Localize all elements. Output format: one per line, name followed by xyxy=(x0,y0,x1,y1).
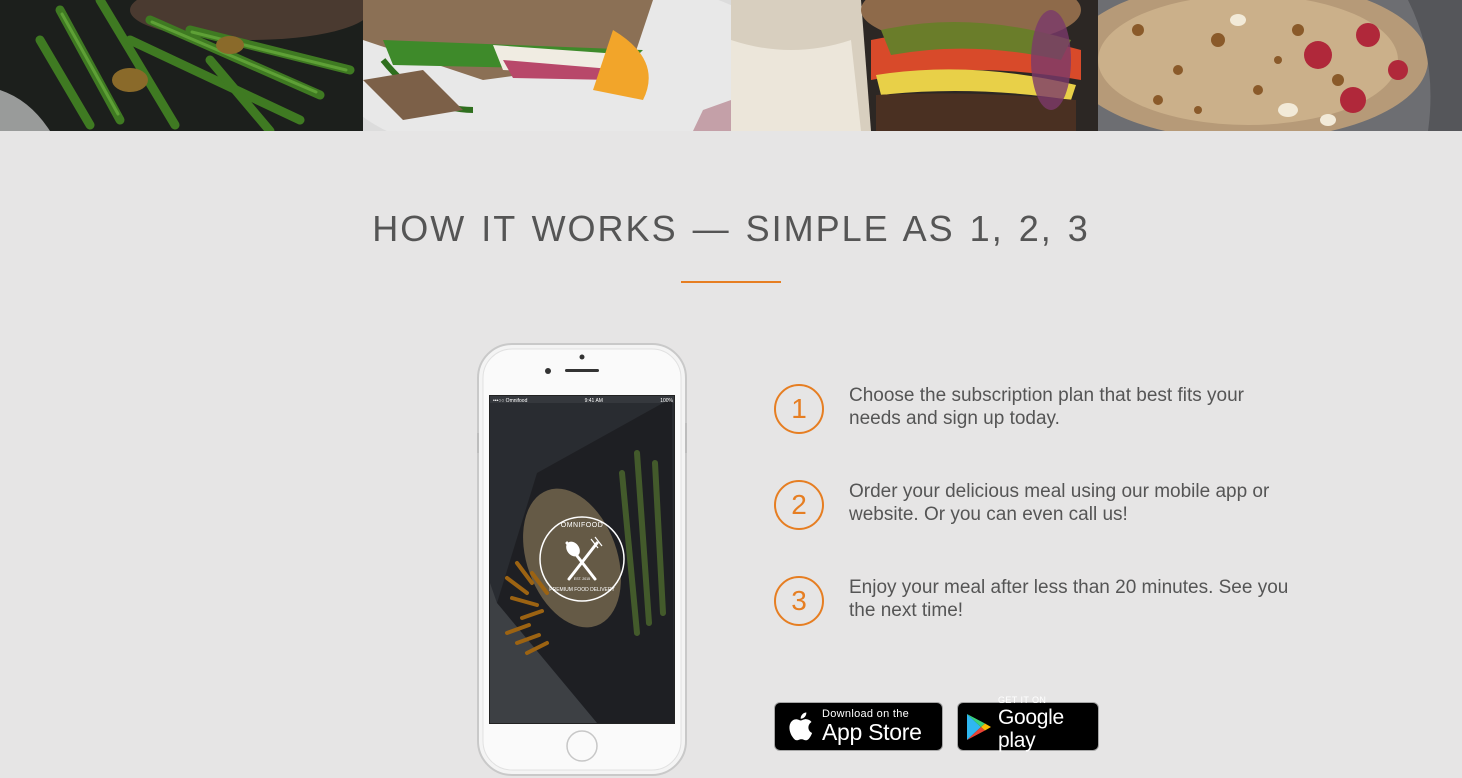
step-2: 2 Order your delicious meal using our mo… xyxy=(774,480,1294,540)
step-description: Order your delicious meal using our mobi… xyxy=(849,481,1270,525)
google-play-big-text: Google play xyxy=(998,706,1064,752)
phone-carrier: •••○○ Omnifood xyxy=(493,398,528,404)
phone-logo-est-text: EST. 2015 xyxy=(573,577,591,581)
step-number-circle: 1 xyxy=(774,384,824,434)
section-title: HOW IT WORKS — SIMPLE AS 1, 2, 3 xyxy=(372,208,1090,249)
phone-time: 9:41 AM xyxy=(584,398,603,404)
granola-photo xyxy=(1098,0,1462,131)
google-play-small-text: GET IT ON xyxy=(998,695,1047,705)
step-number-circle: 3 xyxy=(774,576,824,626)
phone-logo-bottom-text: PREMIUM FOOD DELIVERY xyxy=(549,587,615,593)
title-divider xyxy=(681,281,781,283)
step-description: Enjoy your meal after less than 20 minut… xyxy=(849,577,1289,621)
phone-logo-top-text: OMNIFOOD xyxy=(560,522,604,529)
food-photo-strip xyxy=(0,0,1462,131)
google-play-badge[interactable]: GET IT ON Google play xyxy=(957,695,1099,752)
phone-status-bar: •••○○ Omnifood 9:41 AM 100% xyxy=(493,398,673,404)
app-store-badge[interactable]: Download on the App Store xyxy=(774,702,943,751)
phone-battery: 100% xyxy=(660,398,673,404)
steak-green-beans-photo xyxy=(0,0,363,131)
step-number-circle: 2 xyxy=(774,480,824,530)
sandwich-photo xyxy=(363,0,731,131)
step-description: Choose the subscription plan that best f… xyxy=(849,385,1245,429)
burger-photo xyxy=(731,0,1098,131)
step-1: 1 Choose the subscription plan that best… xyxy=(774,384,1294,444)
google-play-icon xyxy=(966,713,992,741)
phone-mockup: •••○○ Omnifood 9:41 AM 100% OMNIFOOD EST… xyxy=(477,343,687,776)
apple-icon xyxy=(787,711,813,742)
step-3: 3 Enjoy your meal after less than 20 min… xyxy=(774,576,1294,636)
app-store-big-text: App Store xyxy=(822,719,922,745)
